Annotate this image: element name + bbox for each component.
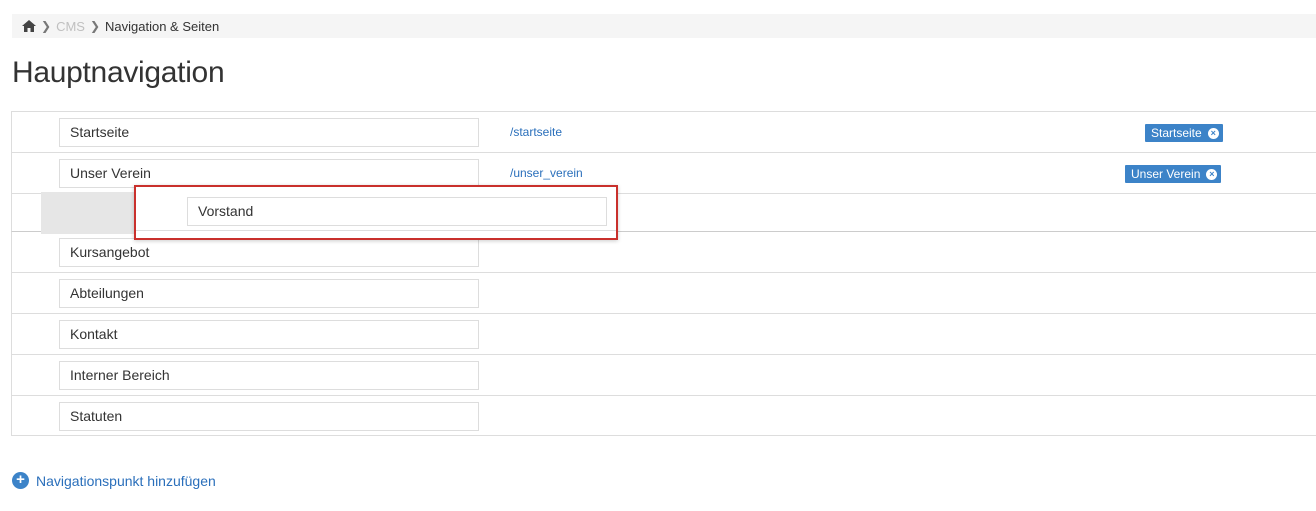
navigation-list: Startseite /startseite Startseite × Unse… [11, 111, 1316, 436]
nav-item-path-link[interactable]: /startseite [510, 125, 562, 139]
page-tag: Startseite × [1145, 124, 1223, 142]
nav-item-name-field[interactable]: Unser Verein [59, 159, 479, 188]
nav-row-kontakt[interactable]: Kontakt [11, 313, 1316, 354]
nav-item-name-field[interactable]: Startseite [59, 118, 479, 147]
nav-row-interner-bereich[interactable]: Interner Bereich [11, 354, 1316, 395]
remove-tag-icon[interactable]: × [1207, 127, 1219, 139]
page-tag-label: Unser Verein [1131, 167, 1201, 181]
nav-item-name-field[interactable]: Statuten [59, 402, 479, 431]
dragged-nav-item[interactable]: Vorstand [134, 185, 618, 240]
nav-row-abteilungen[interactable]: Abteilungen [11, 272, 1316, 313]
chevron-right-icon: ❯ [41, 19, 52, 33]
home-icon[interactable] [22, 20, 36, 32]
add-nav-item-label: Navigationspunkt hinzufügen [36, 472, 216, 489]
nav-item-name-field[interactable]: Kontakt [59, 320, 479, 349]
breadcrumb: ❯ CMS ❯ Navigation & Seiten [12, 14, 1316, 38]
add-nav-item-button[interactable]: + Navigationspunkt hinzufügen [12, 472, 216, 489]
page-tag: Unser Verein × [1125, 165, 1222, 183]
page-tag-label: Startseite [1151, 126, 1202, 140]
remove-tag-icon[interactable]: × [1206, 168, 1218, 180]
nav-item-name-field[interactable]: Kursangebot [59, 238, 479, 267]
drop-placeholder [41, 192, 141, 234]
nav-row-statuten[interactable]: Statuten [11, 395, 1316, 436]
plus-circle-icon: + [12, 472, 29, 489]
nav-item-name-field[interactable]: Vorstand [187, 197, 607, 226]
divider [136, 230, 616, 231]
page-title: Hauptnavigation [12, 56, 225, 89]
chevron-right-icon: ❯ [89, 19, 101, 33]
nav-row-startseite[interactable]: Startseite /startseite Startseite × [11, 111, 1316, 152]
breadcrumb-item-current: Navigation & Seiten [105, 18, 220, 34]
nav-item-name-field[interactable]: Interner Bereich [59, 361, 479, 390]
nav-item-path-link[interactable]: /unser_verein [510, 166, 583, 180]
breadcrumb-item-cms[interactable]: CMS [56, 19, 85, 34]
nav-item-name-field[interactable]: Abteilungen [59, 279, 479, 308]
